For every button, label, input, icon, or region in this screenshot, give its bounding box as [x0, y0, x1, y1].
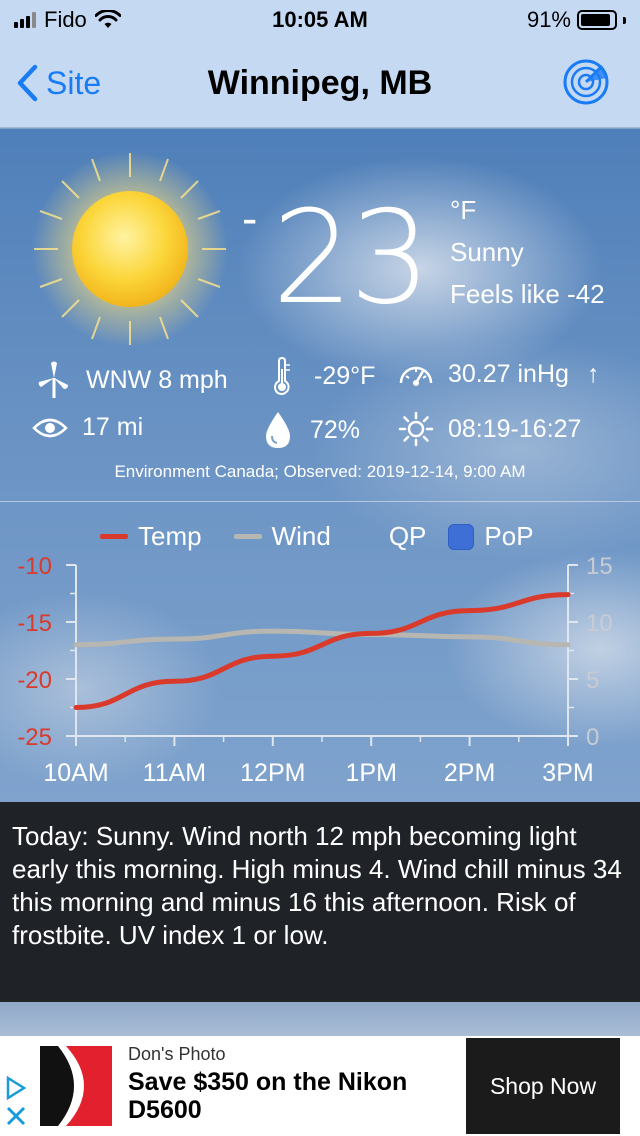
eye-icon: [32, 416, 68, 440]
left-tick-label: -25: [17, 724, 52, 751]
pressure-value: 30.27 inHg: [448, 359, 569, 388]
temp-point: [173, 680, 175, 682]
wind-turbine-icon: [36, 361, 72, 399]
temp-series-line: [73, 592, 571, 710]
sunrise-sunset-detail: 08:19-16:27: [398, 411, 581, 447]
forecast-text: Today: Sunny. Wind north 12 mph becoming…: [0, 802, 640, 1002]
battery-icon: [577, 10, 617, 30]
temp-point: [272, 655, 274, 657]
battery-percent: 91%: [526, 7, 571, 32]
current-conditions-panel: - 23 °F Sunny Feels like -42 WNW 8 mph 1…: [0, 129, 640, 802]
legend-wind-swatch: [233, 534, 262, 539]
observation-source: Environment Canada; Observed: 2019-12-14…: [114, 462, 526, 481]
pressure-trend-arrow: ↑: [586, 359, 600, 388]
background-strip: [0, 1002, 640, 1036]
right-tick-label: 15: [586, 553, 613, 580]
battery-tip: [623, 16, 626, 24]
left-tick-label: -20: [17, 667, 52, 694]
chart-legend: Temp Wind QP PoP: [100, 521, 566, 552]
feels-like-text: Feels like -42: [450, 279, 605, 309]
x-tick-label: 11AM: [143, 759, 206, 787]
legend-pop: PoP: [448, 521, 534, 552]
navigation-bar: Site Winnipeg, MB: [0, 40, 640, 128]
wind-point: [469, 636, 471, 638]
x-tick-label: 1PM: [345, 759, 396, 787]
status-bar: Fido 10:05 AM 91%: [0, 0, 640, 40]
current-temperature: 23: [272, 184, 431, 333]
divider: [0, 501, 640, 502]
radar-icon: [563, 59, 609, 105]
visibility-detail: 17 mi: [32, 413, 143, 442]
legend-qp-label: QP: [388, 521, 427, 551]
legend-pop-swatch: [448, 523, 475, 550]
wind-value: WNW 8 mph: [86, 365, 228, 394]
legend-pop-label: PoP: [484, 521, 534, 551]
ad-sponsor: Don's Photo: [128, 1044, 226, 1064]
shop-now-button[interactable]: Shop Now: [466, 1038, 620, 1134]
battery-group: 91%: [527, 7, 626, 33]
legend-temp-swatch: [100, 534, 128, 539]
radar-button[interactable]: [562, 58, 610, 111]
gauge-icon: [398, 359, 434, 389]
right-tick-label: 0: [586, 724, 599, 751]
wind-point: [272, 630, 274, 632]
temp-point: [75, 707, 77, 708]
wind-point: [567, 644, 569, 646]
x-tick-label: 3PM: [542, 759, 593, 787]
right-tick-label: 10: [586, 610, 613, 637]
hourly-chart: -10 -15 -20 -25 15 10 5 0 10AM 11AM 12PM 1PM 2PM 3PM: [17, 553, 613, 787]
temp-point: [370, 632, 372, 634]
ad-choices-icon[interactable]: [4, 1075, 28, 1133]
ad-banner[interactable]: Don's Photo Save $350 on the Nikon D5600…: [0, 1036, 640, 1136]
visibility-value: 17 mi: [82, 413, 144, 441]
humidity-value: 72%: [310, 415, 361, 444]
x-tick-label: 10AM: [43, 759, 108, 787]
temp-point: [567, 594, 569, 596]
sun-icon: [32, 151, 228, 347]
humidity-detail: 72%: [260, 411, 360, 449]
left-tick-label: -10: [17, 553, 52, 580]
dewpoint-value: -29°F: [314, 361, 376, 390]
water-drop-icon: [260, 411, 296, 449]
legend-temp-label: Temp: [138, 521, 202, 551]
page-title: Winnipeg, MB: [207, 64, 433, 102]
thermometer-icon: [264, 357, 300, 395]
sun-outline-icon: [398, 411, 434, 447]
legend-wind: Wind: [233, 521, 331, 552]
right-tick-label: 5: [586, 667, 599, 694]
wind-detail: WNW 8 mph: [36, 361, 228, 399]
wind-point: [173, 638, 175, 640]
temperature-sign: -: [242, 192, 258, 244]
pressure-detail: 30.27 inHg ↑: [398, 359, 599, 389]
x-tick-label: 12PM: [240, 759, 305, 787]
legend-temp: Temp: [100, 521, 202, 552]
x-tick-label: 2PM: [444, 759, 495, 787]
condition-text: Sunny: [450, 237, 524, 267]
temperature-unit: °F: [450, 195, 477, 225]
ad-headline[interactable]: Save $350 on the Nikon D5600: [128, 1068, 458, 1124]
dons-photo-logo: [32, 1046, 112, 1126]
temp-point: [469, 610, 471, 612]
dewpoint-detail: -29°F: [264, 357, 375, 395]
sun-times-value: 08:19-16:27: [448, 414, 582, 443]
legend-qp: QP: [389, 521, 427, 552]
legend-wind-label: Wind: [271, 521, 331, 551]
wind-point: [75, 644, 77, 646]
left-tick-label: -15: [17, 610, 52, 637]
